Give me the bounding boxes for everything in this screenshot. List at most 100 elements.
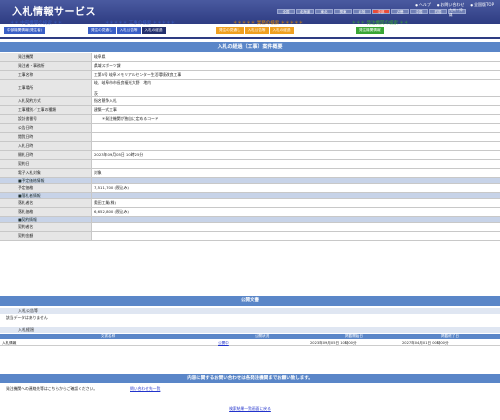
detail-label: 工事種別／工事の種類 xyxy=(0,106,92,114)
tab-bid-progress[interactable]: 入札の経過 xyxy=(141,27,166,34)
detail-value xyxy=(92,232,500,240)
detail-row: 発注者・事務所 県域スポーツ課 xyxy=(0,62,500,71)
detail-table: 発注機関 岐阜県 発注者・事務所 県域スポーツ課 工事名称 工第5号 岐阜メモリアルセンタ… xyxy=(0,53,500,241)
detail-row: 入札日時 xyxy=(0,142,500,151)
docs-table-header: 文書名称 公開状況 掲載開始日 掲載終了日 xyxy=(0,334,500,339)
announcements-subhead: 入札公告等 xyxy=(0,308,500,314)
detail-value: 7,511,700 (税込み) xyxy=(94,185,129,190)
detail-label: 工事名称 xyxy=(0,71,92,79)
doc-end: 2027年04月01日 00時00分 xyxy=(402,341,449,345)
region-button[interactable]: 近畿 xyxy=(391,9,409,14)
detail-row: 電子入札対象 対象 xyxy=(0,169,500,178)
detail-label: 設計書番号 xyxy=(0,115,92,123)
detail-row: 入札契約方式 指名競争入札 xyxy=(0,97,500,106)
region-button[interactable]: 関東 xyxy=(334,9,352,14)
national-top-link[interactable]: 全国版TOP xyxy=(470,2,494,8)
detail-label: 落札価格 xyxy=(0,208,92,216)
bid-progress-subhead: 入札経過 xyxy=(0,327,500,333)
detail-label: 契約金額 xyxy=(0,232,92,240)
detail-label: 工事場所 xyxy=(0,80,92,96)
help-link[interactable]: ヘルプ xyxy=(415,2,431,8)
detail-label: 発注機関 xyxy=(0,53,92,61)
detail-value xyxy=(92,133,500,141)
detail-label: 入札契約方式 xyxy=(0,97,92,105)
detail-value: 奥田工業(株) xyxy=(94,200,116,205)
col-status: 公開状況 xyxy=(254,334,270,338)
detail-row: 閲覧日時 xyxy=(0,133,500,142)
detail-value: 対象 xyxy=(94,170,102,175)
region-button[interactable]: 中国 xyxy=(410,9,428,14)
detail-row: 工事場所 岐、岐阜市市長良福光大野 地内 茨 xyxy=(0,80,500,97)
detail-value xyxy=(92,217,500,222)
detail-value: 県域スポーツ課 xyxy=(94,63,121,68)
detail-label: 落札者名 xyxy=(0,199,92,207)
detail-label: 契約者名 xyxy=(0,223,92,231)
detail-row: 設計書番号 ＊発注機関が独自に定めるコード xyxy=(0,115,500,124)
detail-value xyxy=(92,142,500,150)
region-button-active[interactable]: 中部 xyxy=(372,9,390,14)
doc-name: 入札情報 xyxy=(2,341,17,345)
region-button[interactable]: 北海道 xyxy=(296,9,314,14)
detail-row: 契約金額 xyxy=(0,232,500,241)
region-button[interactable]: 九州・沖縄 xyxy=(448,8,466,17)
tab-org-info-left[interactable]: 中部機関情報(発注者) xyxy=(4,27,46,34)
detail-label: 公告日時 xyxy=(0,124,92,132)
detail-value: 岐、岐阜市市長良福光大野 地内 茨 xyxy=(94,79,151,96)
detail-row: 開札日時 2023年09月05日 10時25分 xyxy=(0,151,500,160)
detail-label: 予定価格 xyxy=(0,184,92,192)
region-button[interactable]: 全国 xyxy=(277,9,295,14)
site-logo[interactable]: 入札情報サービス xyxy=(12,3,96,18)
doc-start: 2023年09月05日 10時00分 xyxy=(310,341,357,345)
tab-service-forecast[interactable]: 発注の見通し xyxy=(216,27,244,34)
no-data-text: 該当データはありません xyxy=(6,315,48,320)
detail-label: 発注者・事務所 xyxy=(0,62,92,70)
detail-label: ■契約情報 xyxy=(0,217,92,222)
detail-row: 予定価格 7,511,700 (税込み) xyxy=(0,184,500,193)
detail-value xyxy=(92,178,500,183)
contact-text: 発注機関への連絡先等はこちらからご確認ください。 xyxy=(6,386,98,391)
detail-row: 落札者名 奥田工業(株) xyxy=(0,199,500,208)
tab-forecast[interactable]: 発注の見通し xyxy=(88,27,116,34)
doc-status-link[interactable]: 公開中 xyxy=(216,340,308,345)
detail-label: ■予定価格情報 xyxy=(0,178,92,183)
detail-row: 契約者名 xyxy=(0,223,500,232)
detail-title: 入札の経過（工事）案件概要 xyxy=(0,42,500,52)
detail-value: 建築一式工事 xyxy=(94,107,117,112)
tab-service-announcements[interactable]: 入札公告等 xyxy=(244,27,269,34)
nav-label: ＊＊＊＊＊ 業務の検索 ＊＊＊＊＊ xyxy=(232,21,304,26)
col-doc-name: 文書名称 xyxy=(100,334,116,338)
nav-divider xyxy=(0,37,500,39)
public-docs-band: 公開文書 xyxy=(0,296,500,306)
detail-value: 2023年09月05日 10時25分 xyxy=(94,152,144,157)
region-button[interactable]: 東北 xyxy=(315,9,333,14)
detail-value: 指名競争入札 xyxy=(94,98,117,103)
detail-value xyxy=(92,223,500,231)
back-to-results-link[interactable]: 検索結果一覧画面に戻る xyxy=(0,406,500,412)
detail-value xyxy=(92,124,500,132)
detail-label: 電子入札対象 xyxy=(0,169,92,177)
detail-value: ＊発注機関が独自に定めるコード xyxy=(94,116,159,121)
contact-list-link[interactable]: 問い合わせ先一覧 xyxy=(130,386,160,392)
docs-table-row: 入札情報 公開中 2023年09月05日 10時00分 2027年04月01日 … xyxy=(0,340,500,346)
detail-value xyxy=(92,160,500,168)
contact-band: 内容に関するお問い合わせは各発注機関までお願い致します。 xyxy=(0,374,500,383)
tab-service-progress[interactable]: 入札の経過 xyxy=(269,27,294,34)
tab-announcements[interactable]: 入札公告等 xyxy=(116,27,141,34)
detail-value: 6,652,800 (税込み) xyxy=(94,209,129,214)
nav-label: ＊＊ 中部機関の検索 ＊＊ xyxy=(9,21,63,26)
tab-org-info[interactable]: 発注機関情報 xyxy=(356,27,384,34)
detail-value: 工第5号 岐阜メモリアルセンター生活環境改良工事 xyxy=(94,72,182,77)
col-end: 掲載終了日 xyxy=(441,334,459,338)
detail-label: 閲覧日時 xyxy=(0,133,92,141)
detail-row: 公告日時 xyxy=(0,124,500,133)
detail-row: 落札価格 6,652,800 (税込み) xyxy=(0,208,500,217)
detail-row: 契約日 xyxy=(0,160,500,169)
region-selector: 全国 北海道 東北 関東 北陸 中部 近畿 中国 四国 九州・沖縄 xyxy=(277,8,497,17)
detail-value: 岐阜県 xyxy=(94,54,106,59)
region-button[interactable]: 四国 xyxy=(429,9,447,14)
detail-label: 契約日 xyxy=(0,160,92,168)
detail-row: 工事種別／工事の種類 建築一式工事 xyxy=(0,106,500,115)
region-button[interactable]: 北陸 xyxy=(353,9,371,14)
col-start: 掲載開始日 xyxy=(345,334,363,338)
detail-label: 入札日時 xyxy=(0,142,92,150)
